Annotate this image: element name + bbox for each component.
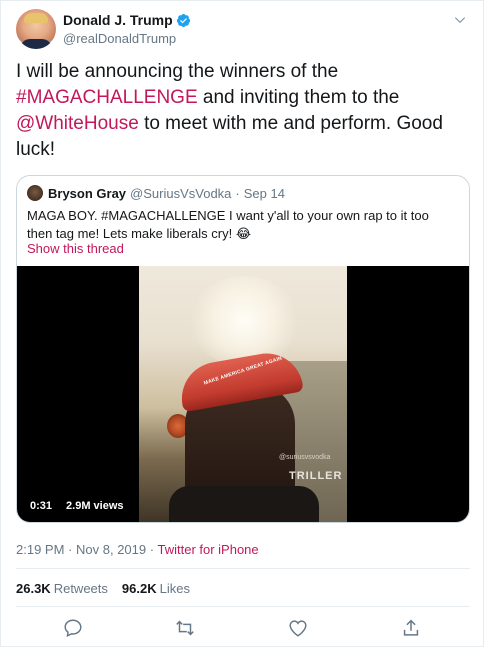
retweets-label: Retweets bbox=[53, 581, 108, 596]
video-duration: 0:31 bbox=[25, 497, 58, 515]
tweet-text: I will be announcing the winners of the … bbox=[16, 59, 466, 163]
share-icon[interactable] bbox=[400, 617, 422, 639]
quoted-tweet[interactable]: Bryson Gray @SuriusVsVodka · Sep 14 MAGA… bbox=[16, 175, 470, 523]
likes-stat[interactable]: 96.2K Likes bbox=[122, 581, 190, 596]
tweet-date[interactable]: Nov 8, 2019 bbox=[76, 542, 146, 557]
retweets-stat[interactable]: 26.3K Retweets bbox=[16, 581, 108, 596]
divider bbox=[16, 568, 470, 569]
author-avatar[interactable] bbox=[16, 9, 56, 49]
retweet-icon[interactable] bbox=[174, 617, 196, 639]
divider bbox=[16, 606, 470, 607]
video-badges: 0:31 2.9M views bbox=[25, 497, 129, 515]
tweet-text-part-1: I will be announcing the winners of the bbox=[16, 61, 339, 82]
video-watermark-handle: @suriusvsvodka bbox=[279, 454, 331, 461]
hashtag-link[interactable]: #MAGACHALLENGE bbox=[16, 87, 198, 108]
quoted-tweet-text: MAGA BOY. #MAGACHALLENGE I want y'all to… bbox=[27, 208, 429, 241]
meta-separator: · bbox=[149, 542, 155, 557]
author-handle[interactable]: @realDonaldTrump bbox=[63, 31, 176, 46]
tweet-time[interactable]: 2:19 PM bbox=[16, 542, 64, 557]
reply-icon[interactable] bbox=[62, 617, 84, 639]
show-thread-link[interactable]: Show this thread bbox=[27, 241, 124, 256]
author-name-row: Donald J. Trump bbox=[63, 12, 191, 28]
mention-link[interactable]: @WhiteHouse bbox=[16, 113, 139, 134]
quoted-separator: · bbox=[235, 185, 240, 201]
video-frame: MAKE AMERICA GREAT AGAIN @suriusvsvodka … bbox=[139, 266, 347, 522]
tweet-card: Donald J. Trump @realDonaldTrump I will … bbox=[0, 0, 484, 647]
video-views: 2.9M views bbox=[61, 497, 129, 515]
tweet-text-part-2: and inviting them to the bbox=[202, 87, 400, 108]
author-display-name[interactable]: Donald J. Trump bbox=[63, 12, 173, 28]
meta-separator: · bbox=[68, 542, 73, 557]
quoted-date: Sep 14 bbox=[243, 185, 285, 201]
chevron-down-icon[interactable] bbox=[453, 13, 467, 27]
tweet-stats: 26.3K Retweets 96.2K Likes bbox=[16, 581, 190, 596]
verified-badge-icon bbox=[176, 13, 190, 27]
tweet-source-link[interactable]: Twitter for iPhone bbox=[157, 542, 258, 557]
heart-icon[interactable] bbox=[287, 617, 309, 639]
quoted-author-name: Bryson Gray bbox=[48, 185, 127, 201]
triller-logo: TRILLER bbox=[289, 470, 343, 482]
quoted-author-avatar bbox=[27, 185, 43, 201]
retweets-count: 26.3K bbox=[16, 581, 51, 596]
tweet-meta: 2:19 PM · Nov 8, 2019 · Twitter for iPho… bbox=[16, 542, 259, 557]
video-player[interactable]: MAKE AMERICA GREAT AGAIN @suriusvsvodka … bbox=[17, 266, 469, 522]
likes-count: 96.2K bbox=[121, 581, 157, 596]
quoted-tweet-header: Bryson Gray @SuriusVsVodka · Sep 14 bbox=[27, 185, 285, 201]
tweet-actions bbox=[1, 617, 484, 641]
likes-label: Likes bbox=[159, 581, 190, 596]
quoted-author-handle: @SuriusVsVodka bbox=[130, 185, 232, 201]
